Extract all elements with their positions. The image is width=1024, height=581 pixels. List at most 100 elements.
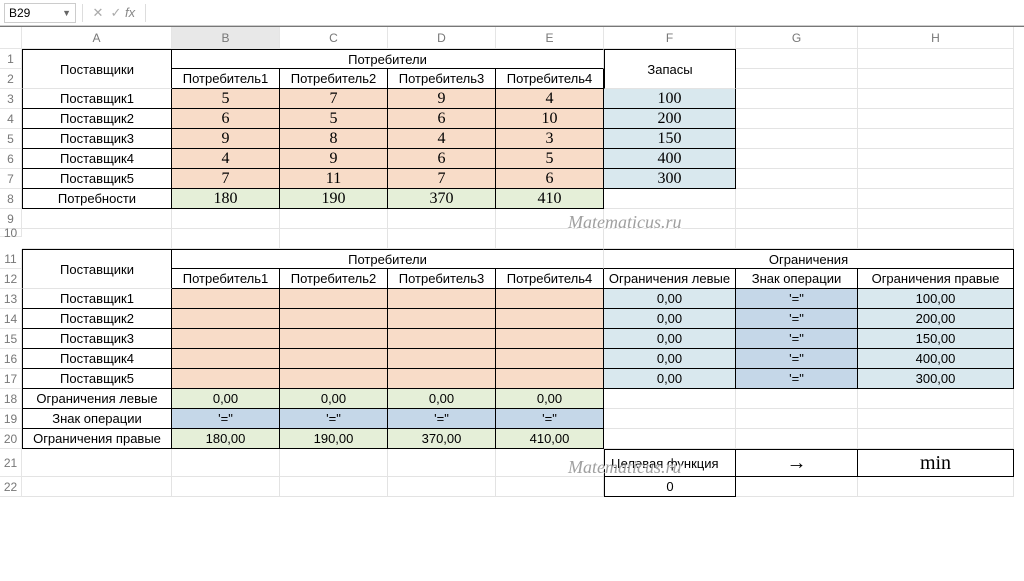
cost-cell[interactable]: 4 <box>496 89 604 109</box>
cell[interactable] <box>172 209 280 229</box>
row-header[interactable]: 2 <box>0 69 22 89</box>
constraint-op[interactable]: '=" <box>736 309 858 329</box>
need-cell[interactable]: 190 <box>280 189 388 209</box>
supplier-name[interactable]: Поставщик4 <box>22 149 172 169</box>
cost-cell[interactable]: 6 <box>388 109 496 129</box>
need-cell[interactable]: 370 <box>388 189 496 209</box>
cell[interactable] <box>736 49 858 69</box>
cell[interactable] <box>858 409 1014 429</box>
row-header[interactable]: 8 <box>0 189 22 209</box>
cell[interactable] <box>858 389 1014 409</box>
row-header[interactable]: 16 <box>0 349 22 369</box>
op-val[interactable]: '=" <box>388 409 496 429</box>
cell[interactable] <box>280 477 388 497</box>
supplier-name[interactable]: Поставщик3 <box>22 329 172 349</box>
left-constraint-label[interactable]: Ограничения левые <box>22 389 172 409</box>
right-val[interactable]: 180,00 <box>172 429 280 449</box>
var-cell[interactable] <box>388 369 496 389</box>
cell[interactable] <box>388 449 496 477</box>
fx-icon[interactable]: fx <box>125 5 135 20</box>
supplier-name[interactable]: Поставщик4 <box>22 349 172 369</box>
row-header[interactable]: 19 <box>0 409 22 429</box>
cell[interactable] <box>496 209 604 229</box>
cell[interactable] <box>858 169 1014 189</box>
row-header[interactable]: 4 <box>0 109 22 129</box>
cell[interactable] <box>736 429 858 449</box>
cell[interactable] <box>736 189 858 209</box>
name-box[interactable]: B29 ▼ <box>4 3 76 23</box>
cost-cell[interactable]: 3 <box>496 129 604 149</box>
right-val[interactable]: 410,00 <box>496 429 604 449</box>
needs-label[interactable]: Потребности <box>22 189 172 209</box>
var-cell[interactable] <box>172 309 280 329</box>
consumers-header[interactable]: Потребители <box>172 249 604 269</box>
op-val[interactable]: '=" <box>496 409 604 429</box>
col-header-A[interactable]: A <box>22 27 172 49</box>
cell[interactable] <box>858 477 1014 497</box>
cell[interactable] <box>280 209 388 229</box>
col-header-D[interactable]: D <box>388 27 496 49</box>
row-header[interactable]: 5 <box>0 129 22 149</box>
consumer-col[interactable]: Потребитель2 <box>280 69 388 89</box>
objective-goal[interactable]: min <box>858 449 1014 477</box>
cell[interactable] <box>172 449 280 477</box>
right-val[interactable]: 370,00 <box>388 429 496 449</box>
constraint-right[interactable]: 400,00 <box>858 349 1014 369</box>
op-val[interactable]: '=" <box>172 409 280 429</box>
cell[interactable] <box>858 109 1014 129</box>
cost-cell[interactable]: 8 <box>280 129 388 149</box>
var-cell[interactable] <box>388 309 496 329</box>
stock-cell[interactable]: 400 <box>604 149 736 169</box>
cost-cell[interactable]: 11 <box>280 169 388 189</box>
left-val[interactable]: 0,00 <box>172 389 280 409</box>
cell[interactable] <box>858 49 1014 69</box>
left-val[interactable]: 0,00 <box>496 389 604 409</box>
cell[interactable] <box>736 129 858 149</box>
cell[interactable] <box>736 169 858 189</box>
confirm-icon[interactable]: ✓ <box>107 5 125 21</box>
cell[interactable] <box>858 209 1014 229</box>
stock-cell[interactable]: 150 <box>604 129 736 149</box>
cost-cell[interactable]: 7 <box>172 169 280 189</box>
constraint-right[interactable]: 300,00 <box>858 369 1014 389</box>
left-val[interactable]: 0,00 <box>280 389 388 409</box>
var-cell[interactable] <box>280 309 388 329</box>
var-cell[interactable] <box>172 289 280 309</box>
var-cell[interactable] <box>496 289 604 309</box>
stock-header[interactable]: Запасы <box>604 49 736 89</box>
consumer-col[interactable]: Потребитель4 <box>496 69 604 89</box>
right-val[interactable]: 190,00 <box>280 429 388 449</box>
op-val[interactable]: '=" <box>280 409 388 429</box>
cost-cell[interactable]: 10 <box>496 109 604 129</box>
stock-cell[interactable]: 200 <box>604 109 736 129</box>
constraint-left[interactable]: 0,00 <box>604 289 736 309</box>
col-header-E[interactable]: E <box>496 27 604 49</box>
cell[interactable] <box>604 209 736 229</box>
col-header-G[interactable]: G <box>736 27 858 49</box>
spreadsheet-grid[interactable]: A B C D E F G H 1 Поставщики Потребители… <box>0 26 1024 497</box>
cost-cell[interactable]: 5 <box>280 109 388 129</box>
cost-cell[interactable]: 6 <box>172 109 280 129</box>
cell[interactable] <box>496 449 604 477</box>
consumers-header[interactable]: Потребители <box>172 49 604 69</box>
cell[interactable] <box>496 229 604 249</box>
row-header[interactable]: 6 <box>0 149 22 169</box>
cell[interactable] <box>604 389 736 409</box>
cell[interactable] <box>858 89 1014 109</box>
constraint-right[interactable]: 200,00 <box>858 309 1014 329</box>
var-cell[interactable] <box>280 289 388 309</box>
supplier-name[interactable]: Поставщик3 <box>22 129 172 149</box>
select-all-corner[interactable] <box>0 27 22 49</box>
cell[interactable] <box>604 189 736 209</box>
constraint-left[interactable]: 0,00 <box>604 349 736 369</box>
var-cell[interactable] <box>388 329 496 349</box>
constraint-op[interactable]: '=" <box>736 369 858 389</box>
supplier-name[interactable]: Поставщик2 <box>22 309 172 329</box>
cost-cell[interactable]: 7 <box>280 89 388 109</box>
consumer-col[interactable]: Потребитель3 <box>388 69 496 89</box>
cell[interactable] <box>22 209 172 229</box>
cell[interactable] <box>736 109 858 129</box>
objective-label[interactable]: Целевая функция <box>604 449 736 477</box>
constraint-col[interactable]: Ограничения левые <box>604 269 736 289</box>
consumer-col[interactable]: Потребитель2 <box>280 269 388 289</box>
